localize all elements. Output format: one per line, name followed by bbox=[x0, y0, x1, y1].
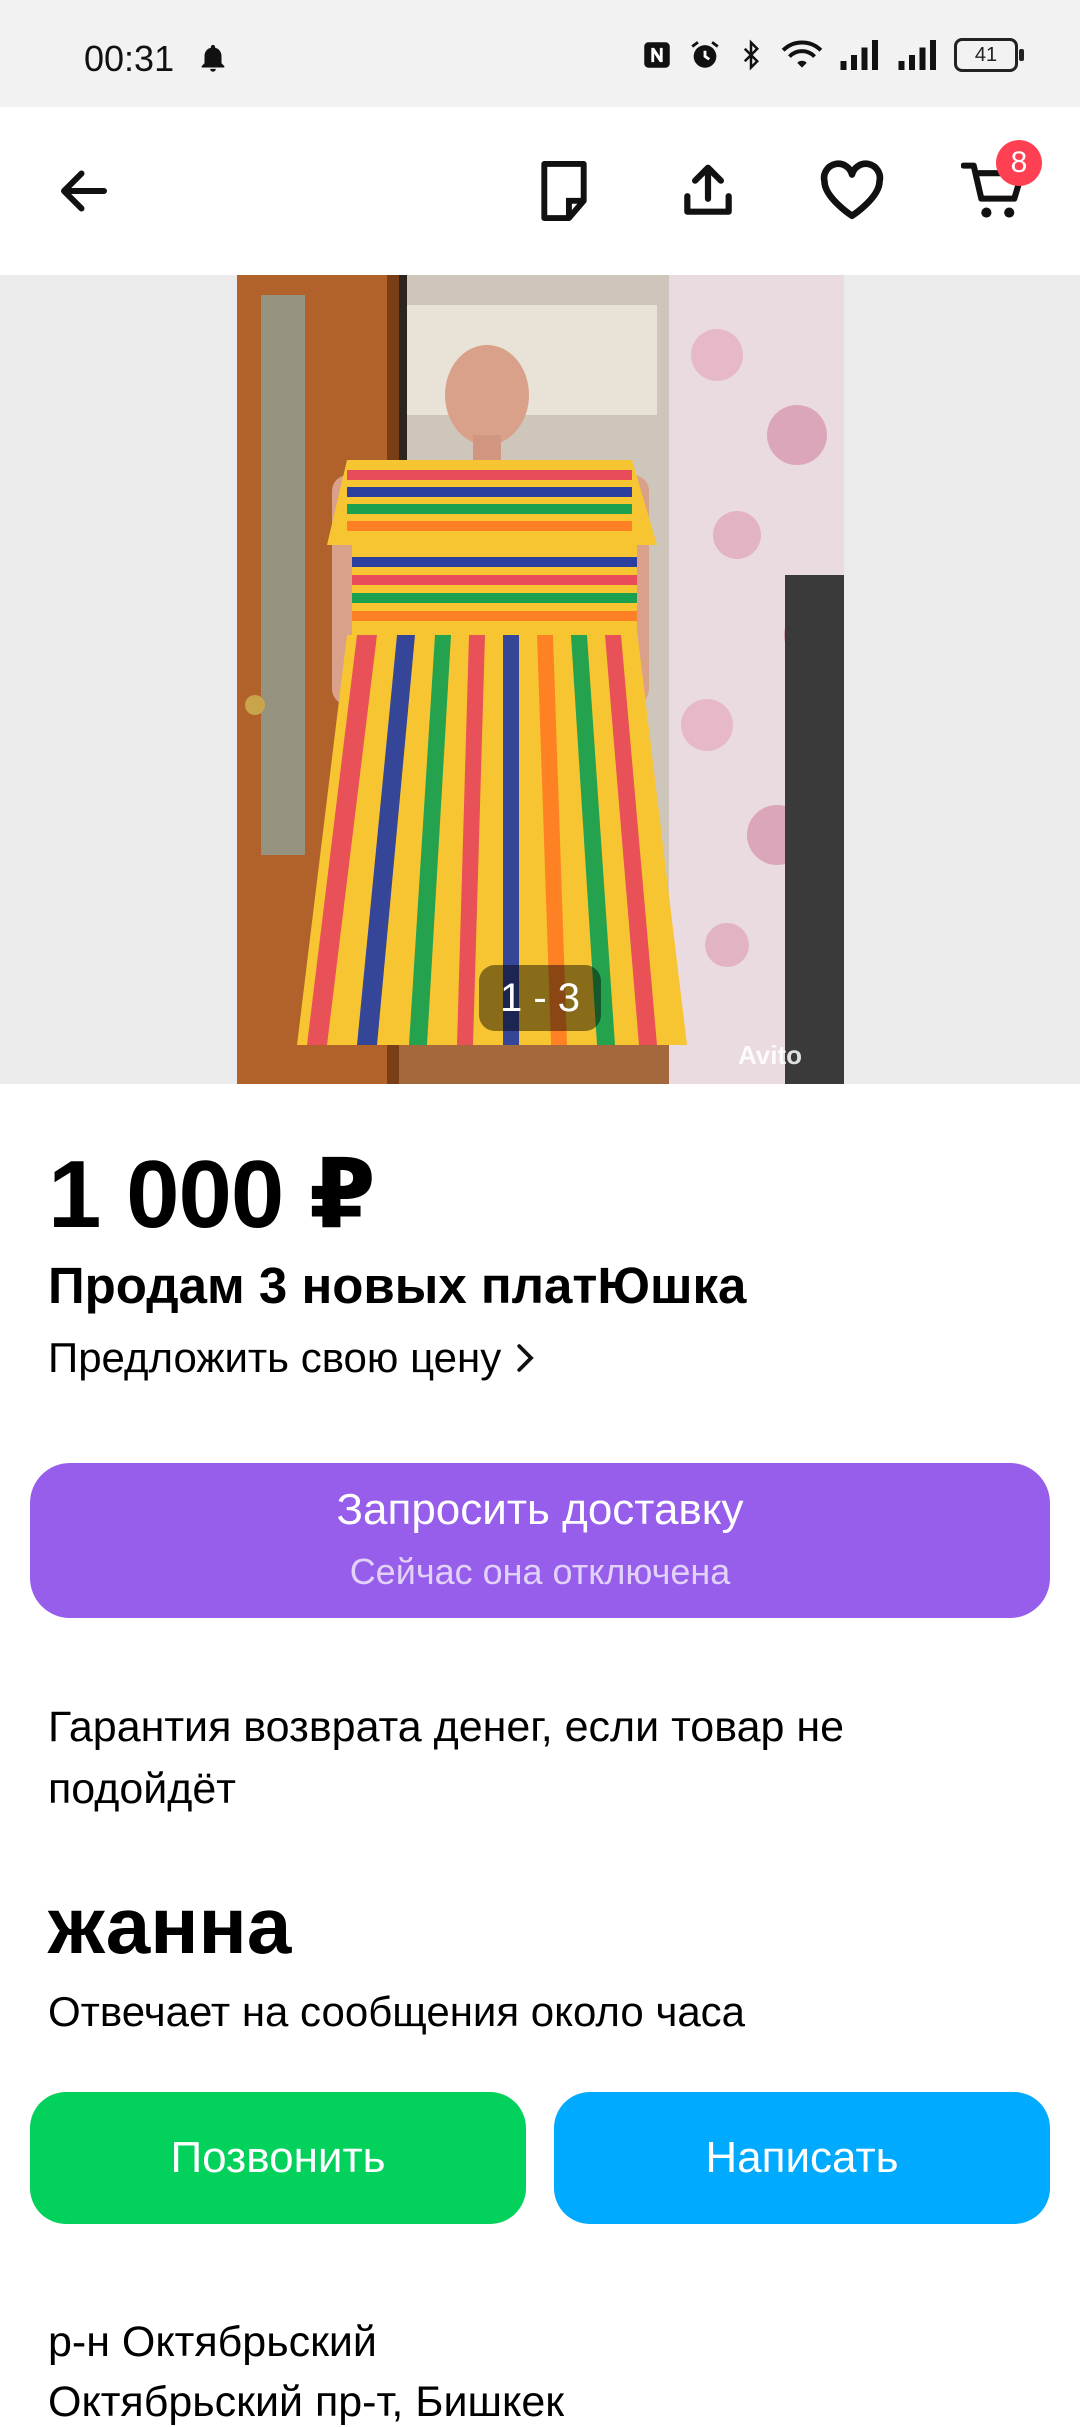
share-icon bbox=[684, 164, 732, 215]
nfc-icon bbox=[644, 42, 670, 68]
listing-photo[interactable]: 1 - 3 bbox=[237, 275, 844, 1084]
favorite-button[interactable] bbox=[812, 151, 892, 231]
app-bar bbox=[0, 107, 1080, 275]
offer-price-label: Предложить свою цену bbox=[48, 1334, 502, 1381]
photo-counter: 1 - 3 bbox=[479, 965, 601, 1031]
request-delivery-button[interactable]: Запросить доставку Сейчас она отключена bbox=[30, 1463, 1050, 1618]
status-bar: 00:31 41 bbox=[0, 0, 1080, 107]
share-button[interactable] bbox=[668, 151, 748, 231]
location-address: Октябрьский пр-т, Бишкек bbox=[48, 2378, 565, 2426]
signal-icon-1 bbox=[840, 40, 878, 70]
photo-gallery[interactable]: 1 - 3 bbox=[0, 275, 1080, 1084]
note-icon bbox=[541, 160, 587, 222]
signal-icon-2 bbox=[898, 40, 936, 70]
location-district: р-н Октябрьский bbox=[48, 2318, 377, 2366]
delivery-button-sublabel: Сейчас она отключена bbox=[349, 1551, 731, 1592]
heart-icon bbox=[820, 160, 884, 220]
listing-price: 1 000 ₽ bbox=[48, 1141, 376, 1248]
back-button[interactable] bbox=[44, 151, 124, 231]
money-back-guarantee: Гарантия возврата денег, если товар не п… bbox=[48, 1703, 845, 1813]
seller-response-time: Отвечает на сообщения около часа bbox=[48, 1988, 746, 2035]
offer-price-link[interactable]: Предложить свою цену bbox=[48, 1334, 537, 1382]
cart-count-badge: 8 bbox=[996, 140, 1042, 186]
bluetooth-icon bbox=[743, 39, 760, 71]
write-message-button[interactable]: Написать bbox=[554, 2092, 1050, 2224]
seller-name[interactable]: жанна bbox=[48, 1880, 291, 1972]
delivery-button-label: Запросить доставку bbox=[336, 1485, 744, 1534]
alarm-icon bbox=[691, 41, 719, 68]
battery-indicator: 41 bbox=[954, 38, 1024, 72]
note-button[interactable] bbox=[524, 151, 604, 231]
status-icons: 41 bbox=[640, 38, 1024, 72]
chevron-right-icon bbox=[517, 1344, 534, 1372]
dress-photo-image bbox=[237, 275, 844, 1084]
listing-title: Продам 3 новых платЮшка bbox=[48, 1257, 747, 1314]
call-button[interactable]: Позвонить bbox=[30, 2092, 526, 2224]
status-time: 00:31 bbox=[84, 38, 175, 79]
arrow-left-icon bbox=[61, 170, 107, 212]
wifi-icon bbox=[781, 40, 823, 68]
avito-watermark: Avito bbox=[738, 1040, 803, 1070]
notification-bell-icon bbox=[201, 44, 225, 72]
